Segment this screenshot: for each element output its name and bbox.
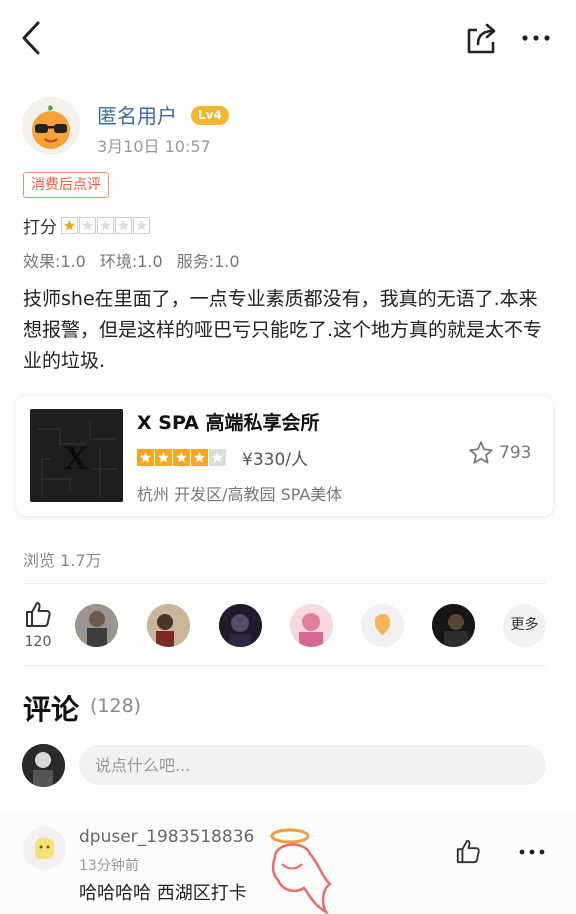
like-button[interactable]: 120 xyxy=(22,600,54,650)
shop-logo-letter: X xyxy=(64,440,89,477)
divider xyxy=(23,583,546,584)
comment-item: dpuser_1983518836 13分钟前 哈哈哈哈 西湖区打卡 xyxy=(0,814,576,914)
like-count: 120 xyxy=(24,634,52,650)
shop-name: X SPA 高端私享会所 xyxy=(137,412,320,434)
star-outline-icon xyxy=(469,441,493,464)
view-count: 浏览 1.7万 xyxy=(23,551,102,570)
shop-logo-image: X xyxy=(30,409,123,502)
comment-text: 哈哈哈哈 西湖区打卡 xyxy=(79,883,247,904)
comment-more-button[interactable] xyxy=(518,844,546,858)
shop-star-rating xyxy=(137,449,227,466)
star-empty-icon xyxy=(115,216,132,234)
shop-area: 杭州 开发区/高教园 SPA美体 xyxy=(137,485,343,504)
default-avatar-icon xyxy=(23,827,66,870)
default-avatar-icon xyxy=(361,604,404,647)
comments-count: (128) xyxy=(90,695,142,717)
thumbs-up-icon xyxy=(26,602,51,627)
thumbs-up-icon xyxy=(456,839,480,864)
score-row: 打分 xyxy=(23,212,151,238)
score-label: 打分 xyxy=(23,217,57,238)
comment-like-button[interactable] xyxy=(455,838,481,864)
commenter-avatar[interactable] xyxy=(23,827,66,870)
review-tag: 消费后点评 xyxy=(23,172,109,198)
star-filled-icon xyxy=(137,449,154,466)
star-empty-icon xyxy=(209,449,226,466)
liker-avatar[interactable] xyxy=(219,604,262,647)
sub-score-environment: 环境:1.0 xyxy=(99,252,163,271)
star-filled-icon xyxy=(155,449,172,466)
more-options-button[interactable] xyxy=(520,26,552,50)
sub-score-service: 服务:1.0 xyxy=(176,252,240,271)
my-avatar xyxy=(22,744,65,787)
liker-avatar[interactable] xyxy=(361,604,404,647)
liker-avatar[interactable] xyxy=(432,604,475,647)
top-bar xyxy=(0,0,576,76)
person-avatar-icon xyxy=(290,604,333,647)
person-avatar-icon xyxy=(219,604,262,647)
sub-score-effect: 效果:1.0 xyxy=(23,252,86,271)
review-text: 技师she在里面了，一点专业素质都没有，我真的无语了.本来想报警，但是这样的哑巴… xyxy=(23,288,543,372)
back-button[interactable] xyxy=(18,20,48,56)
review-star-rating xyxy=(61,216,151,234)
orange-sunglasses-avatar-icon xyxy=(32,105,70,149)
liker-avatar[interactable] xyxy=(75,604,118,647)
star-filled-icon xyxy=(191,449,208,466)
chevron-left-icon xyxy=(22,21,40,55)
divider xyxy=(23,665,546,666)
star-filled-icon xyxy=(173,449,190,466)
shop-card[interactable]: X X SPA 高端私享会所 ¥330/人 793 杭州 开发区/高教园 SPA… xyxy=(16,396,553,516)
liker-avatar[interactable] xyxy=(147,604,190,647)
shop-thumbnail: X xyxy=(30,409,123,502)
person-avatar-icon xyxy=(432,604,475,647)
post-time: 3月10日 10:57 xyxy=(97,137,211,156)
star-empty-icon xyxy=(79,216,96,234)
share-icon xyxy=(467,23,496,54)
more-dots-icon xyxy=(522,35,550,41)
favorite-button[interactable]: 793 xyxy=(468,440,531,466)
sub-scores: 效果:1.0 环境:1.0 服务:1.0 xyxy=(23,248,254,272)
star-empty-icon xyxy=(97,216,114,234)
person-avatar-icon xyxy=(22,744,65,787)
person-avatar-icon xyxy=(147,604,190,647)
comment-time: 13分钟前 xyxy=(79,858,139,874)
author-name[interactable]: 匿名用户 xyxy=(97,100,177,129)
more-dots-icon xyxy=(519,849,545,855)
shop-price: ¥330/人 xyxy=(242,450,308,470)
more-likers-button[interactable]: 更多 xyxy=(503,604,546,647)
person-avatar-icon xyxy=(75,604,118,647)
comments-title: 评论 xyxy=(23,693,80,726)
comment-input[interactable] xyxy=(79,745,546,785)
commenter-name[interactable]: dpuser_1983518836 xyxy=(79,827,254,847)
author-avatar[interactable] xyxy=(22,97,80,155)
favorite-count: 793 xyxy=(499,443,532,463)
level-badge: Lv4 xyxy=(191,106,229,125)
liker-avatar[interactable] xyxy=(290,604,333,647)
share-button[interactable] xyxy=(465,22,499,54)
star-empty-icon xyxy=(133,216,150,234)
decorative-angel-sticker-icon xyxy=(270,828,333,914)
star-filled-icon xyxy=(61,216,78,234)
